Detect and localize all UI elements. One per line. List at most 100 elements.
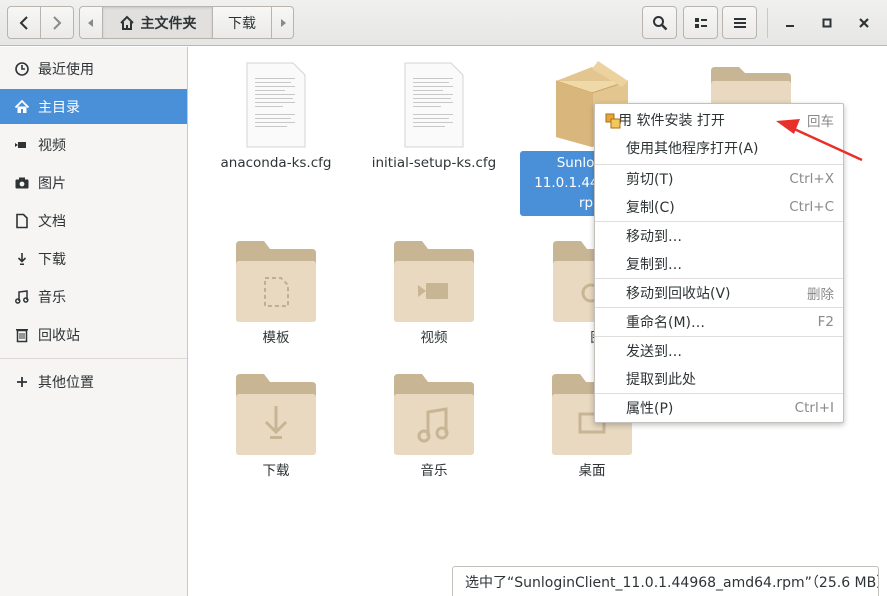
status-text: 选中了“SunloginClient_11.0.1.44968_amd64.rp… — [465, 574, 879, 591]
sidebar-item-label: 文档 — [38, 213, 66, 230]
menu-item-open-with-software-install[interactable]: 用 软件安装 打开 回车 — [595, 106, 843, 134]
menu-item-extract-here[interactable]: 提取到此处 — [595, 365, 843, 393]
path-home[interactable]: 主文件夹 — [103, 6, 213, 39]
close-icon — [859, 18, 869, 28]
sidebar-item-downloads[interactable]: 下载 — [0, 241, 187, 276]
menu-item-accel: F2 — [817, 314, 834, 330]
menu-item-label: 剪切(T) — [626, 172, 674, 188]
menu-item-open-with-other[interactable]: 使用其他程序打开(A) — [595, 134, 843, 162]
status-bar: 选中了“SunloginClient_11.0.1.44968_amd64.rp… — [452, 566, 879, 596]
sidebar-item-label: 下载 — [38, 251, 66, 268]
sidebar-item-label: 主目录 — [38, 99, 80, 116]
sidebar-item-home[interactable]: 主目录 — [0, 89, 187, 124]
menu-item-rename[interactable]: 重命名(M)… F2 — [595, 308, 843, 336]
menu-item-accel: 回车 — [807, 114, 834, 130]
menu-item-label: 复制(C) — [626, 200, 675, 216]
menu-item-label: 提取到此处 — [626, 372, 696, 388]
sidebar-item-videos[interactable]: 视频 — [0, 127, 187, 162]
file-name: anaconda-ks.cfg — [220, 155, 332, 171]
file-name: initial-setup-ks.cfg — [371, 155, 497, 171]
document-icon — [14, 213, 30, 229]
sidebar-item-label: 最近使用 — [38, 61, 94, 78]
home-icon — [14, 99, 30, 115]
folder-music-icon — [394, 374, 474, 455]
folder-item[interactable]: 模板 — [211, 239, 341, 348]
folder-name: 音乐 — [420, 463, 448, 479]
software-install-icon — [605, 113, 621, 129]
menu-item-accel: 删除 — [807, 287, 834, 303]
menu-item-properties[interactable]: 属性(P) Ctrl+I — [595, 394, 843, 422]
sidebar-item-label: 图片 — [38, 175, 66, 192]
path-downloads-label: 下载 — [228, 15, 256, 32]
minimize-button[interactable] — [779, 12, 801, 34]
menu-item-label: 发送到… — [626, 344, 682, 360]
folder-download-icon — [236, 374, 316, 455]
menu-item-copy[interactable]: 复制(C) Ctrl+C — [595, 193, 843, 221]
minimize-icon — [786, 25, 794, 27]
menu-item-copy-to[interactable]: 复制到… — [595, 250, 843, 278]
chevron-left-icon — [19, 15, 28, 30]
sidebar-item-label: 其他位置 — [38, 374, 94, 391]
maximize-button[interactable] — [816, 12, 838, 34]
music-icon — [14, 289, 30, 305]
video-icon — [14, 137, 30, 153]
header-bar: 主文件夹 下载 — [0, 0, 887, 46]
header-divider — [767, 8, 768, 38]
search-button[interactable] — [642, 6, 677, 39]
folder-templates-icon — [236, 241, 316, 322]
menu-item-move-to-trash[interactable]: 移动到回收站(V) 删除 — [595, 279, 843, 307]
download-icon — [14, 251, 30, 267]
text-file-icon — [246, 62, 306, 148]
file-item[interactable]: anaconda-ks.cfg — [211, 62, 341, 173]
triangle-left-icon — [88, 18, 93, 27]
menu-item-send-to[interactable]: 发送到… — [595, 337, 843, 365]
home-icon — [119, 15, 134, 30]
sidebar-item-documents[interactable]: 文档 — [0, 203, 187, 238]
folder-item[interactable]: 音乐 — [369, 372, 499, 481]
sidebar-item-label: 音乐 — [38, 289, 66, 306]
menu-item-accel: Ctrl+X — [789, 171, 834, 187]
sidebar-separator — [0, 358, 187, 359]
path-downloads[interactable]: 下载 — [213, 6, 272, 39]
view-toggle-button[interactable] — [683, 6, 718, 39]
sidebar-item-music[interactable]: 音乐 — [0, 279, 187, 314]
path-scroll-right-button[interactable] — [272, 6, 294, 39]
trash-icon — [14, 327, 30, 343]
menu-item-label: 移动到回收站(V) — [626, 286, 731, 302]
hamburger-menu-icon — [733, 17, 746, 28]
menu-item-label: 属性(P) — [626, 401, 674, 417]
folder-name: 视频 — [420, 330, 448, 346]
path-scroll-left-button[interactable] — [79, 6, 103, 39]
path-bar: 主文件夹 下载 — [79, 6, 294, 39]
menu-item-accel: Ctrl+C — [789, 199, 834, 215]
search-icon — [652, 15, 667, 30]
navigation-buttons — [7, 6, 74, 39]
close-button[interactable] — [853, 12, 875, 34]
clock-icon — [14, 61, 30, 77]
sidebar-item-recent[interactable]: 最近使用 — [0, 51, 187, 86]
menu-item-cut[interactable]: 剪切(T) Ctrl+X — [595, 165, 843, 193]
file-item[interactable]: initial-setup-ks.cfg — [369, 62, 499, 173]
sidebar-item-trash[interactable]: 回收站 — [0, 317, 187, 352]
menu-item-label: 移动到… — [626, 229, 682, 245]
list-view-icon — [694, 17, 707, 28]
folder-item[interactable]: 下载 — [211, 372, 341, 481]
chevron-right-icon — [53, 15, 62, 30]
menu-item-label: 重命名(M)… — [626, 315, 706, 331]
back-button[interactable] — [7, 6, 41, 39]
menu-item-label: 复制到… — [626, 257, 682, 273]
menu-button[interactable] — [722, 6, 757, 39]
sidebar-item-other-locations[interactable]: 其他位置 — [0, 364, 187, 399]
triangle-right-icon — [280, 18, 286, 27]
menu-item-move-to[interactable]: 移动到… — [595, 222, 843, 250]
folder-item[interactable]: 视频 — [369, 239, 499, 348]
text-file-icon — [404, 62, 464, 148]
forward-button[interactable] — [40, 6, 74, 39]
sidebar-item-pictures[interactable]: 图片 — [0, 165, 187, 200]
folder-video-icon — [394, 241, 474, 322]
menu-item-label: 用 软件安装 打开 — [618, 113, 725, 129]
context-menu: 用 软件安装 打开 回车 使用其他程序打开(A) 剪切(T) Ctrl+X 复制… — [594, 103, 844, 423]
folder-name: 下载 — [262, 463, 290, 479]
sidebar-item-label: 视频 — [38, 137, 66, 154]
sidebar: 最近使用 主目录 视频 图片 文档 下载 音乐 回收站 其他位置 — [0, 47, 188, 596]
